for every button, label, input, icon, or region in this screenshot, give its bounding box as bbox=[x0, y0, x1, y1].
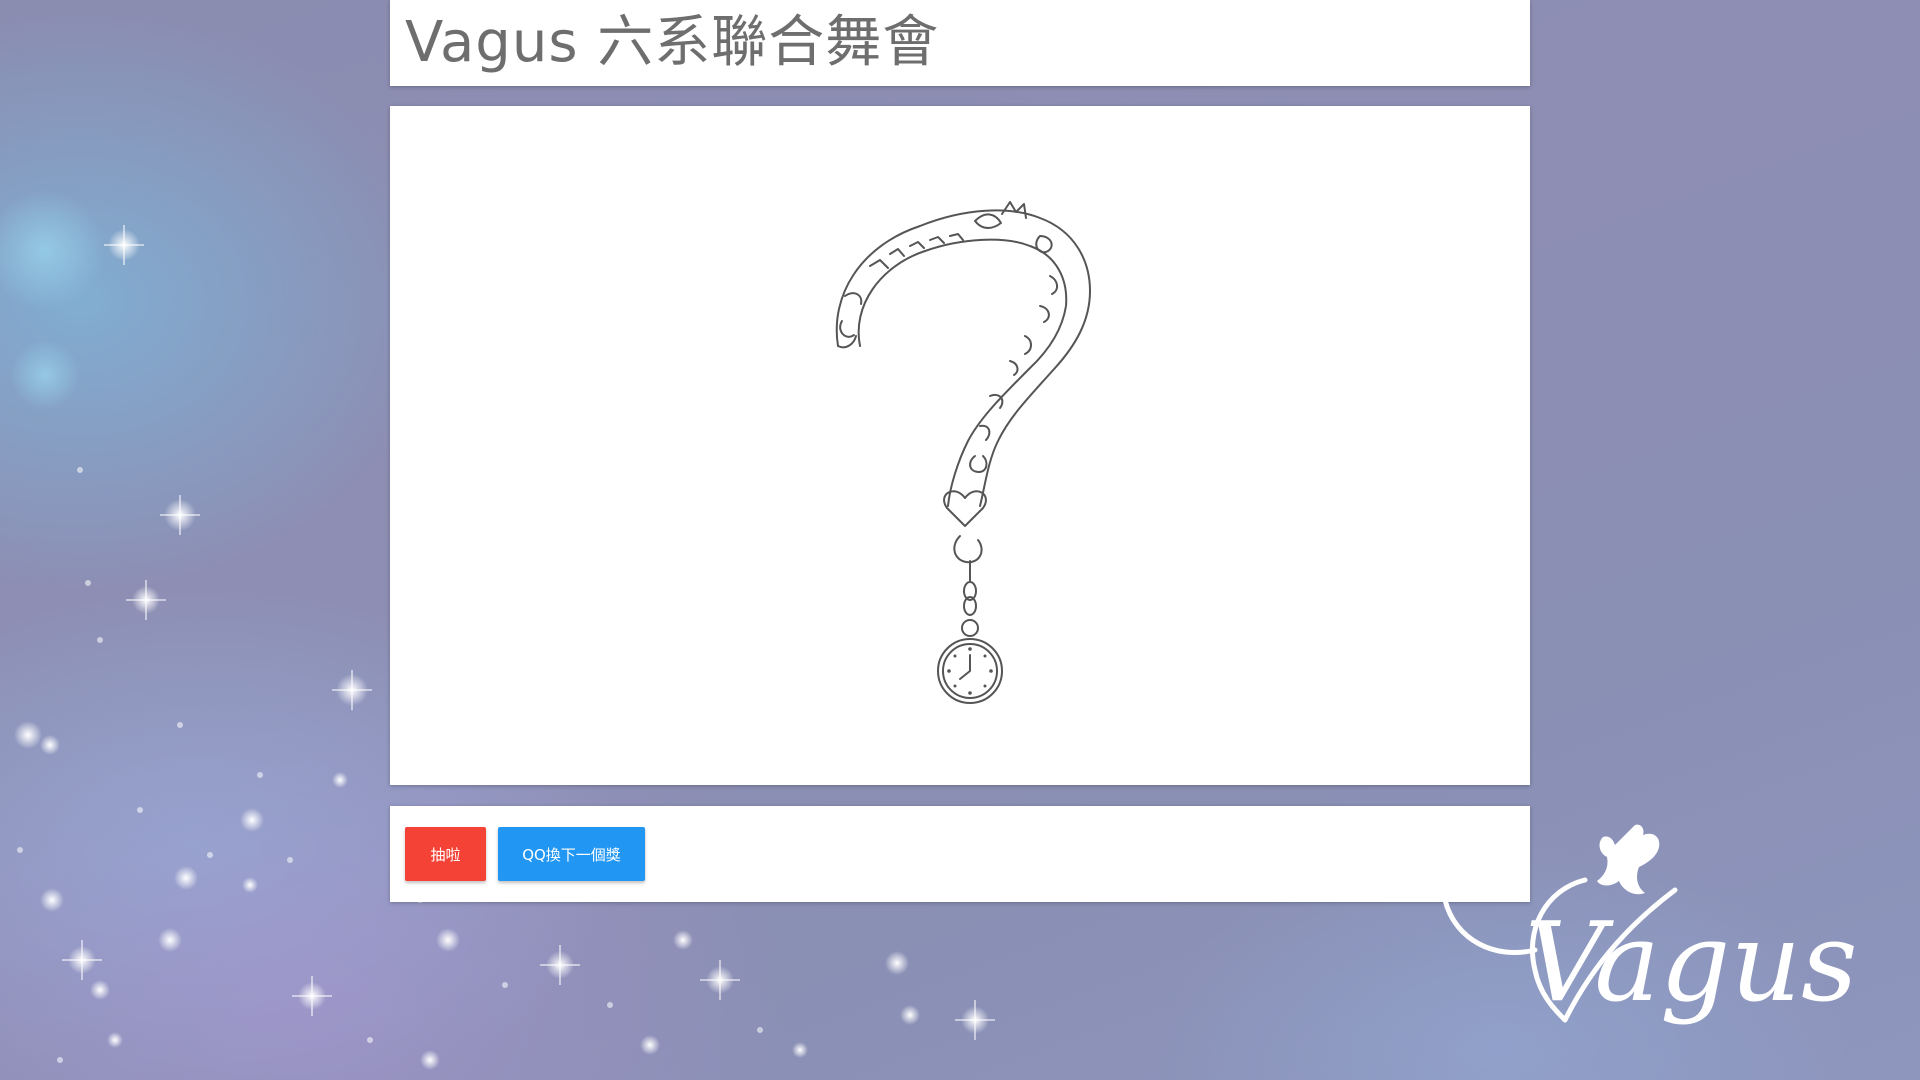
page-title: Vagus 六系聯合舞會 bbox=[405, 10, 940, 75]
vagus-logo: Vagus bbox=[1442, 824, 1855, 1026]
draw-button[interactable]: 抽啦 bbox=[405, 827, 486, 881]
next-prize-button[interactable]: QQ換下一個獎 bbox=[498, 827, 645, 881]
logo-text: Vagus bbox=[1525, 898, 1855, 1026]
action-bar: 抽啦 QQ換下一個獎 bbox=[390, 806, 1530, 902]
title-bar: Vagus 六系聯合舞會 bbox=[390, 0, 1530, 86]
question-mark-doodle-icon bbox=[835, 201, 1091, 704]
prize-image-panel bbox=[390, 106, 1530, 785]
